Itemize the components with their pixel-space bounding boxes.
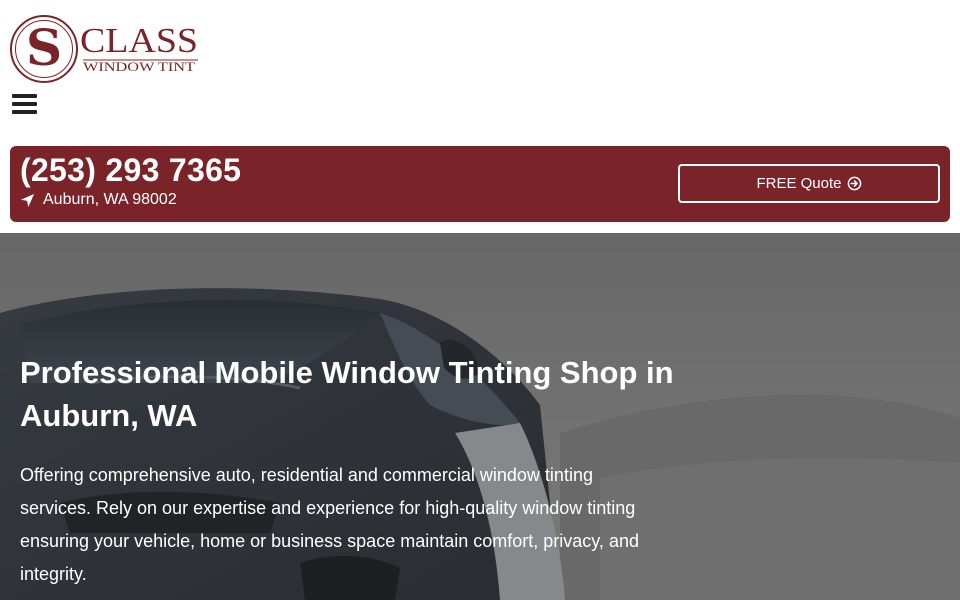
- hero-description: Offering comprehensive auto, residential…: [20, 465, 639, 584]
- hero-section: Professional Mobile Window Tinting Shop …: [0, 233, 960, 600]
- location-arrow-icon: [20, 193, 35, 207]
- logo-tagline: WINDOW TINT: [83, 59, 195, 74]
- hamburger-menu-icon[interactable]: [12, 94, 38, 118]
- address-text: Auburn, WA 98002: [43, 191, 177, 208]
- logo-name: CLASS: [80, 21, 198, 60]
- contact-bar: (253) 293 7365 Auburn, WA 98002 FREE Quo…: [10, 146, 950, 222]
- address: Auburn, WA 98002: [20, 191, 177, 209]
- site-header: S CLASS WINDOW TINT: [0, 0, 960, 146]
- arrow-circle-right-icon: [847, 176, 861, 191]
- hero-title: Professional Mobile Window Tinting Shop …: [20, 355, 674, 433]
- logo-letter: S: [26, 18, 62, 77]
- free-quote-label: FREE Quote: [756, 175, 842, 192]
- logo-graphic: S CLASS WINDOW TINT: [10, 15, 198, 83]
- free-quote-button[interactable]: FREE Quote: [678, 164, 940, 203]
- site-logo[interactable]: S CLASS WINDOW TINT: [10, 14, 200, 84]
- phone-link[interactable]: (253) 293 7365: [20, 152, 241, 189]
